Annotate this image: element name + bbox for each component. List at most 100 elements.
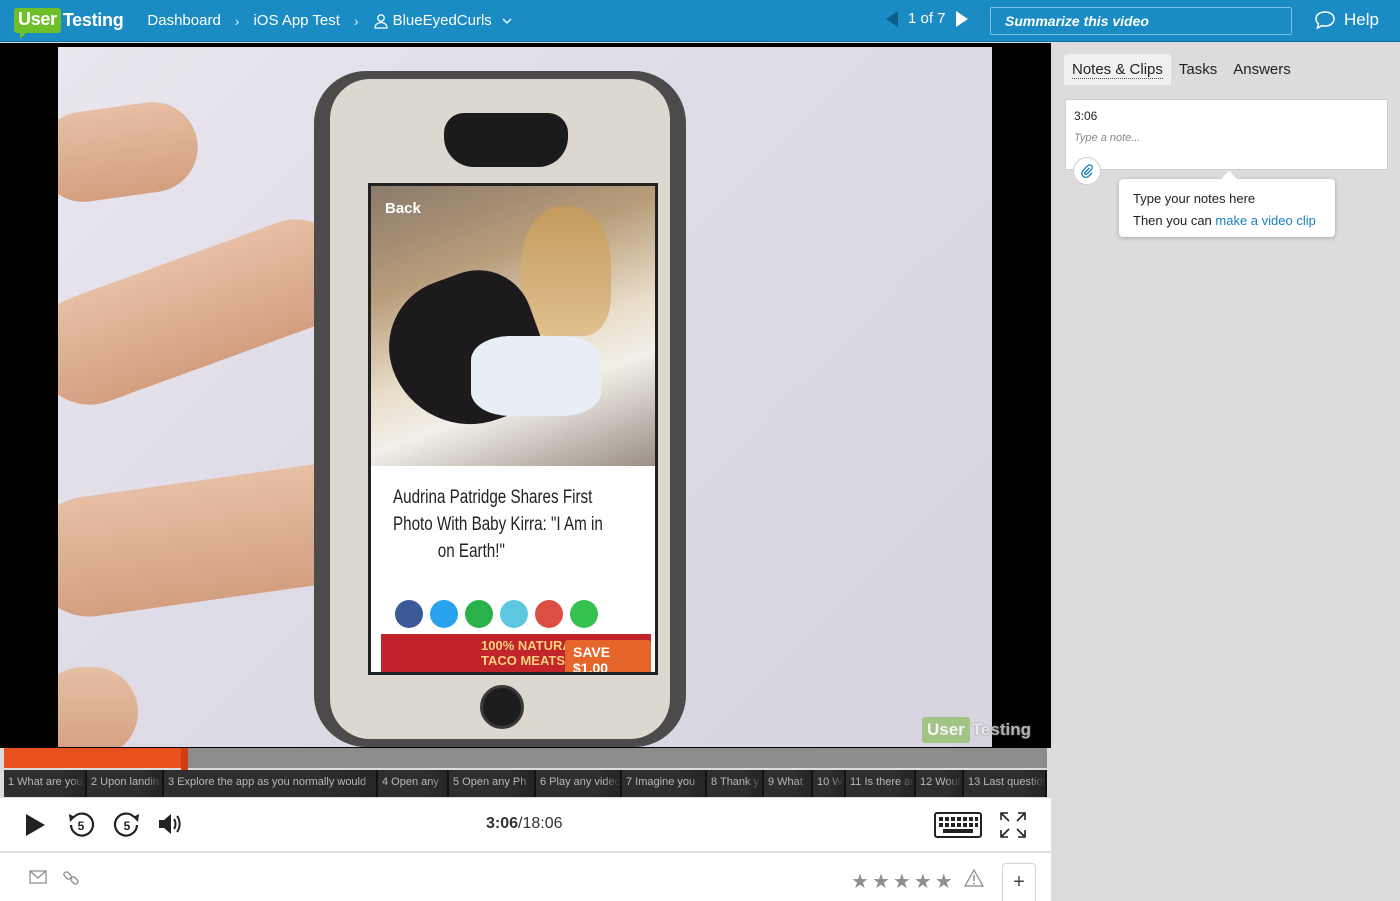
chevron-down-icon[interactable] [502, 16, 512, 26]
make-video-clip-link[interactable]: make a video clip [1215, 213, 1315, 228]
tooltip-line2: Then you can make a video clip [1133, 210, 1321, 232]
notes-panel: Notes & Clips Tasks Answers 3:06 Type a … [1052, 43, 1400, 901]
task-segment[interactable]: 5 Open any Ph [449, 770, 536, 797]
play-icon [26, 814, 45, 836]
help-link[interactable]: Help [1314, 10, 1379, 30]
phone-screen: Back Audrina Patridge Shares First Photo… [368, 183, 658, 675]
task-segment[interactable]: 7 Imagine you [622, 770, 707, 797]
photo-blanket [471, 336, 601, 416]
notes-tooltip: Type your notes here Then you can make a… [1119, 171, 1335, 237]
article-headline: Audrina Patridge Shares First Photo With… [393, 484, 633, 565]
progress-fill [4, 748, 184, 768]
task-timeline: 1 What are you 2 Upon landing 3 Explore … [4, 770, 1047, 797]
report-issue-button[interactable] [964, 869, 984, 887]
top-bar: User Testing Dashboard › iOS App Test › … [0, 0, 1400, 42]
usertesting-logo[interactable]: User Testing [14, 8, 124, 39]
message-icon [500, 600, 528, 628]
forward-seconds: 5 [124, 819, 131, 833]
summarize-video-button[interactable]: Summarize this video [990, 7, 1292, 35]
panel-tabs: Notes & Clips Tasks Answers [1064, 54, 1299, 85]
envelope-icon [29, 870, 47, 884]
headline-line: Audrina Patridge Shares First [393, 487, 593, 508]
next-video-icon[interactable] [955, 10, 968, 27]
twitter-icon [430, 600, 458, 628]
finger [58, 667, 138, 747]
logo-testing-text: Testing [62, 10, 124, 30]
phone-back-button: Back [385, 200, 421, 217]
breadcrumb-dashboard[interactable]: Dashboard [147, 12, 220, 29]
photo-person [521, 206, 611, 336]
rewind-seconds: 5 [78, 819, 85, 833]
phone-home-button [480, 685, 524, 729]
tooltip-prefix: Then you can [1133, 213, 1216, 228]
pager-count: 1 of 7 [908, 10, 946, 27]
task-segment[interactable]: 12 Would [916, 770, 964, 797]
usertesting-watermark: User Testing [922, 717, 1031, 743]
star-icon[interactable]: ★ [914, 869, 932, 894]
breadcrumb-participant[interactable]: BlueEyedCurls [393, 12, 492, 29]
bottom-toolbar: ★ ★ ★ ★ ★ + [0, 853, 1051, 901]
google-plus-icon [535, 600, 563, 628]
play-button[interactable] [22, 811, 48, 839]
volume-button[interactable] [156, 810, 184, 838]
previous-video-icon[interactable] [886, 10, 898, 27]
note-timestamp: 3:06 [1074, 109, 1098, 123]
watermark-user: User [922, 717, 970, 743]
task-segment[interactable]: 13 Last question [964, 770, 1047, 797]
tab-notes-clips[interactable]: Notes & Clips [1064, 54, 1171, 85]
make-clip-button[interactable] [1073, 157, 1101, 185]
tooltip-line1: Type your notes here [1133, 191, 1256, 206]
forward-5-button[interactable]: 5 [112, 810, 142, 840]
task-segment[interactable]: 1 What are you [4, 770, 87, 797]
task-segment[interactable]: 11 Is there an [846, 770, 916, 797]
share-email-button[interactable] [29, 870, 47, 884]
star-icon[interactable]: ★ [935, 869, 953, 894]
warning-icon [964, 869, 984, 887]
logo-user-text: User [14, 8, 61, 39]
keyboard-icon [934, 812, 982, 838]
note-input[interactable]: Type a note... [1074, 132, 1140, 144]
task-segment[interactable]: 4 Open any [378, 770, 449, 797]
speaker-icon [159, 814, 181, 834]
task-segment[interactable]: 9 What [764, 770, 813, 797]
sms-icon [570, 600, 598, 628]
star-icon[interactable]: ★ [851, 869, 869, 894]
keyboard-shortcuts-button[interactable] [934, 812, 982, 838]
copy-link-button[interactable] [62, 869, 80, 887]
task-segment[interactable]: 6 Play any video [536, 770, 622, 797]
task-segment[interactable]: 2 Upon landing [87, 770, 164, 797]
progress-handle[interactable] [181, 748, 188, 770]
headline-line: on Earth!" [437, 541, 505, 562]
video-pager: 1 of 7 [886, 10, 968, 27]
fullscreen-icon [1000, 812, 1026, 838]
user-icon [373, 13, 388, 29]
breadcrumb: Dashboard › iOS App Test › BlueEyedCurls [147, 12, 512, 29]
star-icon[interactable]: ★ [872, 869, 890, 894]
star-icon[interactable]: ★ [893, 869, 911, 894]
tab-answers[interactable]: Answers [1225, 54, 1299, 85]
add-button[interactable]: + [1002, 863, 1036, 901]
task-segment[interactable]: 10 Wh [813, 770, 846, 797]
help-label: Help [1344, 10, 1379, 29]
task-segment[interactable]: 3 Explore the app as you normally would [164, 770, 378, 797]
chevron-right-icon: › [234, 12, 240, 29]
fullscreen-button[interactable] [998, 810, 1028, 840]
ad-save-badge: SAVE $1.00 [565, 640, 651, 672]
video-player[interactable]: Back Audrina Patridge Shares First Photo… [0, 43, 1051, 748]
tab-tasks[interactable]: Tasks [1171, 54, 1225, 85]
taco-ad-banner: 100% NATURAL TACO MEATS SAVE $1.00 [381, 634, 651, 672]
video-progress-bar[interactable] [4, 748, 1047, 770]
video-frame: Back Audrina Patridge Shares First Photo… [58, 47, 992, 747]
playback-time: 3:06/18:06 [486, 815, 563, 833]
chevron-right-icon: › [353, 12, 359, 29]
paperclip-icon [1081, 164, 1093, 178]
article-photo: Back [371, 186, 655, 466]
note-editor[interactable]: 3:06 Type a note... [1065, 99, 1388, 170]
rewind-5-button[interactable]: 5 [66, 810, 96, 840]
breadcrumb-test[interactable]: iOS App Test [253, 12, 339, 29]
task-segment[interactable]: 8 Thank y [707, 770, 764, 797]
social-share-icons [395, 600, 598, 628]
facebook-icon [395, 600, 423, 628]
rewind-icon: 5 [69, 812, 95, 837]
current-time: 3:06 [486, 815, 519, 832]
